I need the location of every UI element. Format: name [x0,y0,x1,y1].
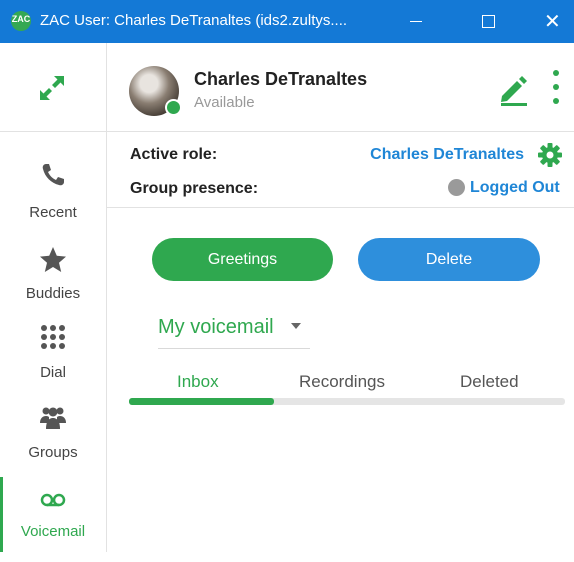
kebab-dot [553,98,559,104]
kebab-dot [553,84,559,90]
dialpad-icon [41,325,65,349]
groups-icon [40,407,66,429]
tab-track [129,398,565,405]
nav-item-buddies[interactable]: Buddies [0,246,106,322]
voicemail-box-selected: My voicemail [158,316,274,338]
expand-icon[interactable] [37,73,67,103]
tab-active-indicator [129,398,275,405]
title-bar: ZAC ZAC User: Charles DeTranaltes (ids2.… [0,0,574,43]
voicemail-icon [40,493,66,507]
voicemail-box-select[interactable]: My voicemail [158,316,310,349]
tab-recordings[interactable]: Recordings [299,372,385,392]
close-icon: ✕ [544,11,561,33]
app-logo-icon: ZAC [11,11,31,31]
group-presence-value[interactable]: Logged Out [470,179,560,197]
nav-label-groups: Groups [28,444,78,461]
left-nav: Recent Buddies Dial Groups Voicemail [0,43,107,552]
nav-item-dial[interactable]: Dial [0,323,106,399]
nav-item-groups[interactable]: Groups [0,403,106,479]
maximize-button[interactable] [466,0,512,43]
tab-deleted[interactable]: Deleted [460,372,519,392]
nav-label-recent: Recent [29,204,77,221]
caret-down-icon [291,323,301,329]
group-presence-label: Group presence: [130,180,259,197]
gear-icon[interactable] [537,142,563,168]
section-divider [107,207,574,208]
phone-icon [42,164,64,186]
nav-item-voicemail[interactable]: Voicemail [0,486,106,562]
more-options-icon[interactable] [550,70,562,106]
app-logo-text: ZAC [11,14,31,24]
nav-label-dial: Dial [40,364,66,381]
kebab-dot [553,70,559,76]
window-title: ZAC User: Charles DeTranaltes (ids2.zult… [40,12,348,29]
header-divider [107,131,574,132]
expand-area [0,43,106,132]
star-icon [40,247,66,272]
active-role-value[interactable]: Charles DeTranaltes [370,146,524,164]
active-role-label: Active role: [130,146,218,163]
nav-label-voicemail: Voicemail [20,523,86,540]
presence-status-dot [448,179,465,196]
minimize-button[interactable] [393,0,439,43]
close-button[interactable]: ✕ [536,0,574,43]
greetings-button[interactable]: Greetings [152,238,333,281]
presence-available-dot [165,99,182,116]
active-nav-indicator [0,477,3,552]
delete-button[interactable]: Delete [358,238,540,281]
user-name: Charles DeTranaltes [194,69,368,89]
tab-inbox[interactable]: Inbox [177,372,219,392]
nav-item-recent[interactable]: Recent [0,161,106,237]
edit-pencil-icon[interactable] [497,72,531,106]
nav-label-buddies: Buddies [25,285,81,302]
user-status[interactable]: Available [194,94,255,111]
